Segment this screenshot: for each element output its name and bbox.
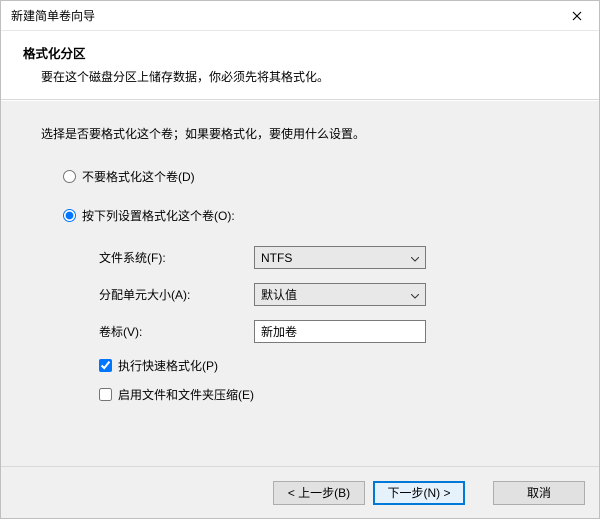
titlebar: 新建简单卷向导 — [1, 1, 599, 31]
radio-no-format-input[interactable] — [63, 170, 76, 183]
wizard-content: 选择是否要格式化这个卷；如果要格式化，要使用什么设置。 不要格式化这个卷(D) … — [1, 100, 599, 466]
close-button[interactable] — [554, 1, 599, 31]
filesystem-select[interactable]: NTFS — [254, 246, 426, 269]
compress-checkbox[interactable] — [99, 388, 112, 401]
window-title: 新建简单卷向导 — [11, 7, 95, 24]
radio-format[interactable]: 按下列设置格式化这个卷(O): — [63, 207, 559, 224]
radio-format-label: 按下列设置格式化这个卷(O): — [82, 207, 235, 224]
format-settings: 文件系统(F): NTFS 分配单元大小(A): 默认值 — [99, 246, 559, 343]
volume-label-input[interactable] — [254, 320, 426, 343]
filesystem-value: NTFS — [261, 251, 292, 265]
wizard-window: 新建简单卷向导 格式化分区 要在这个磁盘分区上储存数据，你必须先将其格式化。 选… — [0, 0, 600, 519]
allocation-label: 分配单元大小(A): — [99, 286, 254, 303]
page-subtitle: 要在这个磁盘分区上储存数据，你必须先将其格式化。 — [23, 68, 577, 85]
radio-format-input[interactable] — [63, 209, 76, 222]
allocation-select[interactable]: 默认值 — [254, 283, 426, 306]
back-button[interactable]: < 上一步(B) — [273, 481, 365, 505]
radio-no-format-label: 不要格式化这个卷(D) — [82, 168, 195, 185]
chevron-down-icon — [411, 251, 419, 265]
filesystem-row: 文件系统(F): NTFS — [99, 246, 559, 269]
next-button[interactable]: 下一步(N) > — [373, 481, 465, 505]
compress-check[interactable]: 启用文件和文件夹压缩(E) — [99, 386, 559, 403]
radio-no-format[interactable]: 不要格式化这个卷(D) — [63, 168, 559, 185]
chevron-down-icon — [411, 288, 419, 302]
instruction-text: 选择是否要格式化这个卷；如果要格式化，要使用什么设置。 — [41, 125, 559, 142]
volume-label-row: 卷标(V): — [99, 320, 559, 343]
quick-format-label: 执行快速格式化(P) — [118, 357, 218, 374]
cancel-button[interactable]: 取消 — [493, 481, 585, 505]
wizard-header: 格式化分区 要在这个磁盘分区上储存数据，你必须先将其格式化。 — [1, 31, 599, 100]
wizard-footer: < 上一步(B) 下一步(N) > 取消 — [1, 466, 599, 518]
page-title: 格式化分区 — [23, 43, 577, 62]
volume-label-label: 卷标(V): — [99, 323, 254, 340]
allocation-row: 分配单元大小(A): 默认值 — [99, 283, 559, 306]
quick-format-check[interactable]: 执行快速格式化(P) — [99, 357, 559, 374]
close-icon — [572, 11, 582, 21]
quick-format-checkbox[interactable] — [99, 359, 112, 372]
allocation-value: 默认值 — [261, 286, 297, 303]
filesystem-label: 文件系统(F): — [99, 249, 254, 266]
compress-label: 启用文件和文件夹压缩(E) — [118, 386, 254, 403]
